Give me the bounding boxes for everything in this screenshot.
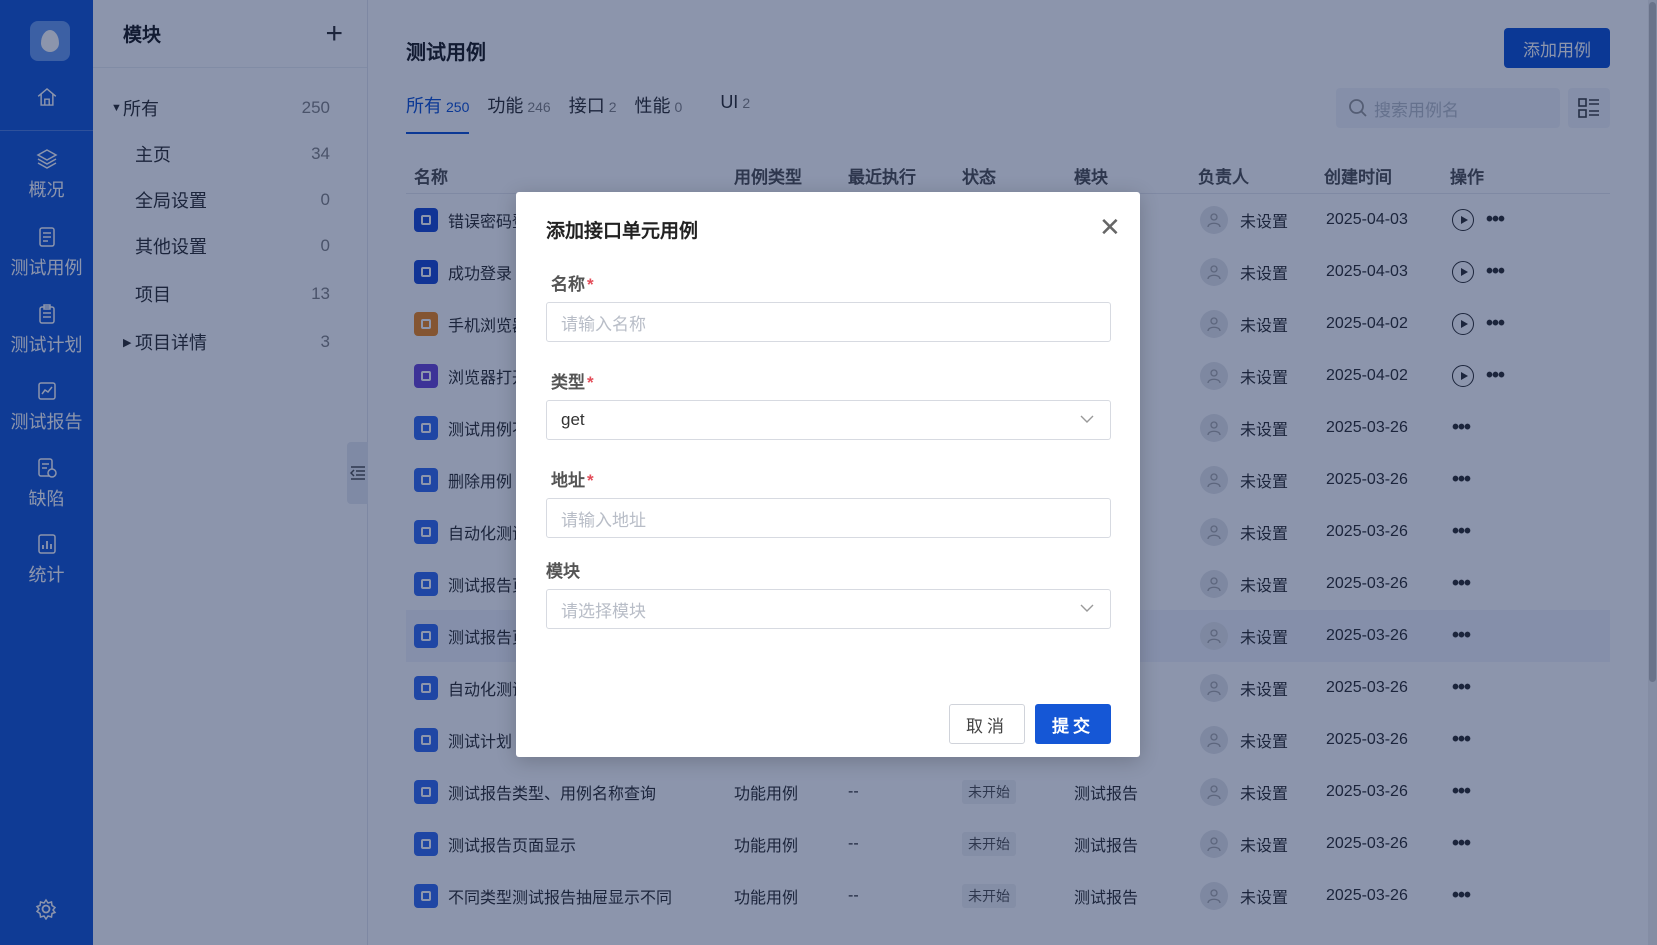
- add-api-case-dialog: 添加接口单元用例 ✕ 名称 * 请输入名称 类型 * get 地址 * 请输入地址 模…: [516, 192, 1140, 757]
- module-field-label: 模块: [546, 562, 580, 581]
- type-field-label: 类型 *: [551, 373, 594, 392]
- close-icon[interactable]: ✕: [1099, 214, 1121, 240]
- cancel-button[interactable]: 取消: [949, 704, 1025, 744]
- chevron-down-icon: [1080, 415, 1094, 423]
- submit-button[interactable]: 提交: [1035, 704, 1111, 744]
- type-select[interactable]: get: [546, 400, 1111, 440]
- module-select[interactable]: 请选择模块: [546, 589, 1111, 629]
- chevron-down-icon: [1080, 604, 1094, 612]
- dialog-title: 添加接口单元用例: [546, 221, 699, 242]
- name-field-label: 名称 *: [551, 275, 594, 294]
- name-input[interactable]: 请输入名称: [546, 302, 1111, 342]
- url-input[interactable]: 请输入地址: [546, 498, 1111, 538]
- url-field-label: 地址 *: [551, 471, 594, 490]
